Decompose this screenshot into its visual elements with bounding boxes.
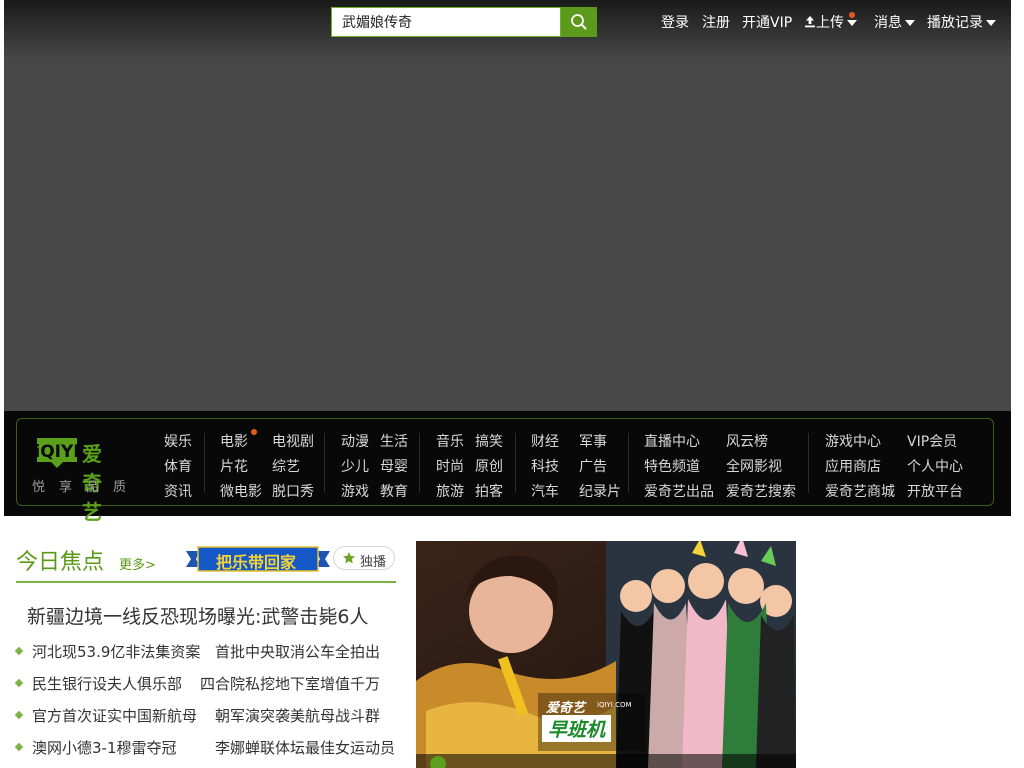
channel-link[interactable]: 直播中心: [644, 431, 700, 451]
news-link[interactable]: 官方首次证实中国新航母: [32, 705, 197, 726]
channel-link[interactable]: 爱奇艺出品: [644, 481, 714, 501]
news-row: 官方首次证实中国新航母 朝军演突袭美航母战斗群: [14, 705, 396, 726]
channel-link[interactable]: 搞笑: [475, 431, 503, 451]
channel-link[interactable]: 爱奇艺搜索: [726, 481, 796, 501]
iqiyi-logo-icon: iQIYI: [34, 438, 80, 468]
channel-link[interactable]: 旅游: [436, 481, 464, 501]
channel-link[interactable]: 原创: [475, 456, 503, 476]
channel-link[interactable]: 时尚: [436, 456, 464, 476]
channel-link[interactable]: 体育: [164, 456, 192, 476]
channel-link[interactable]: 风云榜: [726, 431, 768, 451]
history-menu[interactable]: 播放记录: [927, 12, 996, 32]
upload-label: 上传: [816, 15, 844, 31]
messages-label: 消息: [874, 15, 902, 31]
bullet-icon: [14, 646, 24, 656]
channel-link[interactable]: 纪录片: [579, 481, 621, 501]
channel-bar: iQIYI 爱奇艺 悦享品质 娱乐 体育 资讯 电影 片花 微电影 电视剧 综艺…: [4, 411, 1011, 524]
exclusive-button[interactable]: 独播: [333, 546, 395, 570]
channel-link[interactable]: 军事: [579, 431, 607, 451]
chevron-down-icon: [847, 20, 857, 26]
bullet-icon: [14, 710, 24, 720]
section-underline: [16, 581, 396, 583]
promo-banner[interactable]: 把乐带回家: [186, 545, 330, 573]
feature-badge-subtitle: 早班机: [542, 715, 612, 742]
right-gutter: [1011, 0, 1024, 768]
channel-link[interactable]: 广告: [579, 456, 607, 476]
channel-link[interactable]: 娱乐: [164, 431, 192, 451]
news-row: 民生银行设夫人俱乐部 四合院私挖地下室增值千万: [14, 673, 396, 694]
channel-link[interactable]: 电影: [220, 431, 248, 451]
channel-link[interactable]: 母婴: [380, 456, 408, 476]
channel-box: iQIYI 爱奇艺 悦享品质 娱乐 体育 资讯 电影 片花 微电影 电视剧 综艺…: [16, 418, 994, 524]
bullet-icon: [14, 678, 24, 688]
channel-link[interactable]: 财经: [531, 431, 559, 451]
channel-link[interactable]: 全网影视: [726, 456, 782, 476]
channel-link[interactable]: 电视剧: [272, 431, 314, 451]
logo-tagline: 悦享品质: [32, 480, 141, 495]
section-title: 今日焦点: [16, 550, 105, 575]
channel-link[interactable]: 个人中心: [907, 456, 963, 476]
channel-link[interactable]: 片花: [220, 456, 248, 476]
divider: [515, 433, 516, 493]
channel-link[interactable]: 特色频道: [644, 456, 700, 476]
svg-text:iQIYI: iQIYI: [34, 442, 79, 462]
chevron-down-icon: [986, 20, 996, 26]
login-link[interactable]: 登录: [661, 12, 689, 32]
channel-link[interactable]: 应用商店: [825, 456, 881, 476]
feature-badge-title: 爱奇艺: [546, 701, 586, 716]
divider: [808, 433, 809, 493]
vip-link[interactable]: 开通VIP: [742, 12, 792, 32]
news-link[interactable]: 首批中央取消公车全拍出: [215, 641, 380, 662]
chevron-down-icon: [905, 20, 915, 26]
channel-link[interactable]: 教育: [380, 481, 408, 501]
channel-link[interactable]: 游戏: [341, 481, 369, 501]
feature-badge-url: iQIYI.COM: [597, 701, 632, 709]
divider: [419, 433, 420, 493]
channel-link[interactable]: 生活: [380, 431, 408, 451]
channel-link[interactable]: 科技: [531, 456, 559, 476]
messages-menu[interactable]: 消息: [874, 12, 915, 32]
upload-icon: [805, 16, 815, 28]
channel-link[interactable]: VIP会员: [907, 431, 957, 451]
channel-link[interactable]: 脱口秀: [272, 481, 314, 501]
register-link[interactable]: 注册: [702, 12, 730, 32]
history-label: 播放记录: [927, 15, 983, 31]
notification-dot: [849, 12, 855, 18]
user-nav: 登录 注册 开通VIP 上传 消息 播放记录: [0, 12, 1011, 32]
news-link[interactable]: 朝军演突袭美航母战斗群: [215, 705, 380, 726]
news-row: 河北现53.9亿非法集资案 首批中央取消公车全拍出: [14, 641, 396, 662]
channel-link[interactable]: 资讯: [164, 481, 192, 501]
channel-link[interactable]: 综艺: [272, 456, 300, 476]
feature-image[interactable]: 爱奇艺 iQIYI.COM 早班机: [416, 541, 796, 768]
exclusive-label: 独播: [360, 555, 387, 570]
news-link[interactable]: 李娜蝉联体坛最佳女运动员: [215, 737, 395, 758]
news-link[interactable]: 澳网小德3-1穆雷夺冠: [32, 737, 177, 758]
channel-link[interactable]: 微电影: [220, 481, 262, 501]
channel-link[interactable]: 动漫: [341, 431, 369, 451]
iqiyi-logo[interactable]: iQIYI 爱奇艺 悦享品质: [32, 436, 126, 524]
channel-link[interactable]: 音乐: [436, 431, 464, 451]
news-link[interactable]: 民生银行设夫人俱乐部: [32, 673, 182, 694]
news-link[interactable]: 四合院私挖地下室增值千万: [200, 673, 380, 694]
new-dot: [251, 429, 257, 435]
star-icon: [343, 552, 355, 564]
news-row: 澳网小德3-1穆雷夺冠 李娜蝉联体坛最佳女运动员: [14, 737, 396, 758]
channel-link[interactable]: 拍客: [475, 481, 503, 501]
divider: [628, 433, 629, 493]
news-link[interactable]: 河北现53.9亿非法集资案: [32, 641, 200, 662]
headline-link[interactable]: 新疆边境一线反恐现场曝光:武警击毙6人: [27, 602, 369, 629]
channel-link[interactable]: 少儿: [341, 456, 369, 476]
divider: [204, 433, 205, 493]
promo-banner-text: 把乐带回家: [216, 553, 297, 572]
divider: [324, 433, 325, 493]
channel-link[interactable]: 开放平台: [907, 481, 963, 501]
channel-link[interactable]: 爱奇艺商城: [825, 481, 895, 501]
bullet-icon: [14, 742, 24, 752]
channel-link[interactable]: 汽车: [531, 481, 559, 501]
channel-link[interactable]: 游戏中心: [825, 431, 881, 451]
more-link[interactable]: 更多>: [119, 554, 156, 573]
hero-video-area[interactable]: [4, 0, 1011, 411]
